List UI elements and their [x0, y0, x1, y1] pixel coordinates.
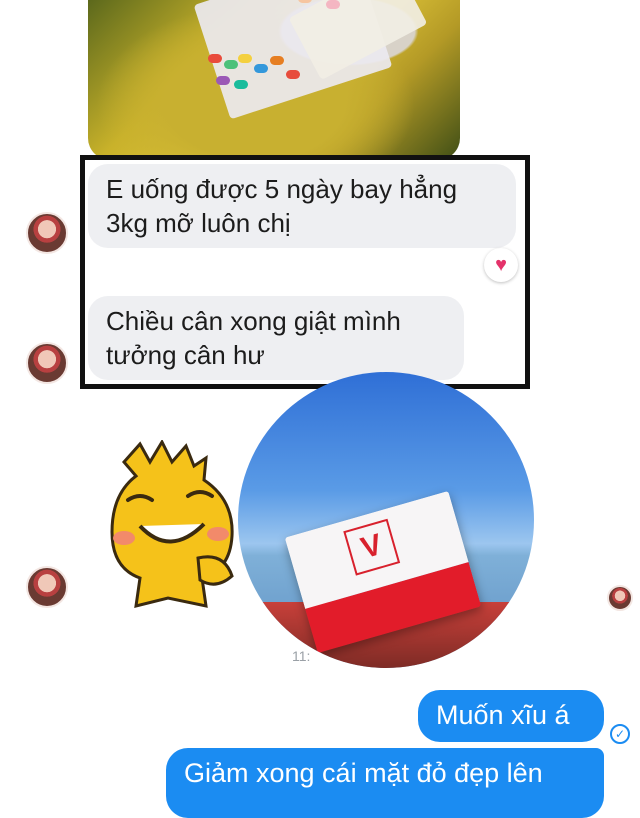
seen-check-icon: ✓	[610, 724, 630, 744]
round-photo-message[interactable]: V	[238, 372, 534, 668]
pill	[216, 76, 230, 85]
pill	[326, 0, 340, 9]
sent-message[interactable]: Muốn xĩu á	[418, 690, 604, 742]
contact-avatar[interactable]	[26, 212, 68, 254]
sent-message[interactable]: Giảm xong cái mặt đỏ đẹp lên	[166, 748, 604, 818]
message-text: Chiều cân xong giật mình tưởng cân hư	[106, 306, 401, 370]
pill	[254, 64, 268, 73]
pill	[224, 60, 238, 69]
timestamp: 11:	[292, 648, 311, 664]
pill	[238, 54, 252, 63]
contact-avatar[interactable]	[26, 566, 68, 608]
product-logo: V	[343, 518, 401, 576]
contact-avatar[interactable]	[26, 342, 68, 384]
pill	[208, 54, 222, 63]
received-message[interactable]: Chiều cân xong giật mình tưởng cân hư	[88, 296, 464, 380]
pill	[270, 56, 284, 65]
message-text: E uống được 5 ngày bay hẳng 3kg mỡ luôn …	[106, 174, 458, 238]
sticker-image	[110, 438, 234, 608]
received-message[interactable]: E uống được 5 ngày bay hẳng 3kg mỡ luôn …	[88, 164, 516, 248]
message-text: Muốn xĩu á	[436, 700, 570, 730]
heart-reaction[interactable]: ♥	[484, 248, 518, 282]
sticker[interactable]	[106, 438, 242, 608]
pill	[234, 80, 248, 89]
message-text: Giảm xong cái mặt đỏ đẹp lên	[184, 758, 543, 788]
pill	[286, 70, 300, 79]
heart-icon: ♥	[495, 253, 507, 276]
photo-message[interactable]	[88, 0, 460, 160]
seen-avatar	[607, 585, 633, 611]
